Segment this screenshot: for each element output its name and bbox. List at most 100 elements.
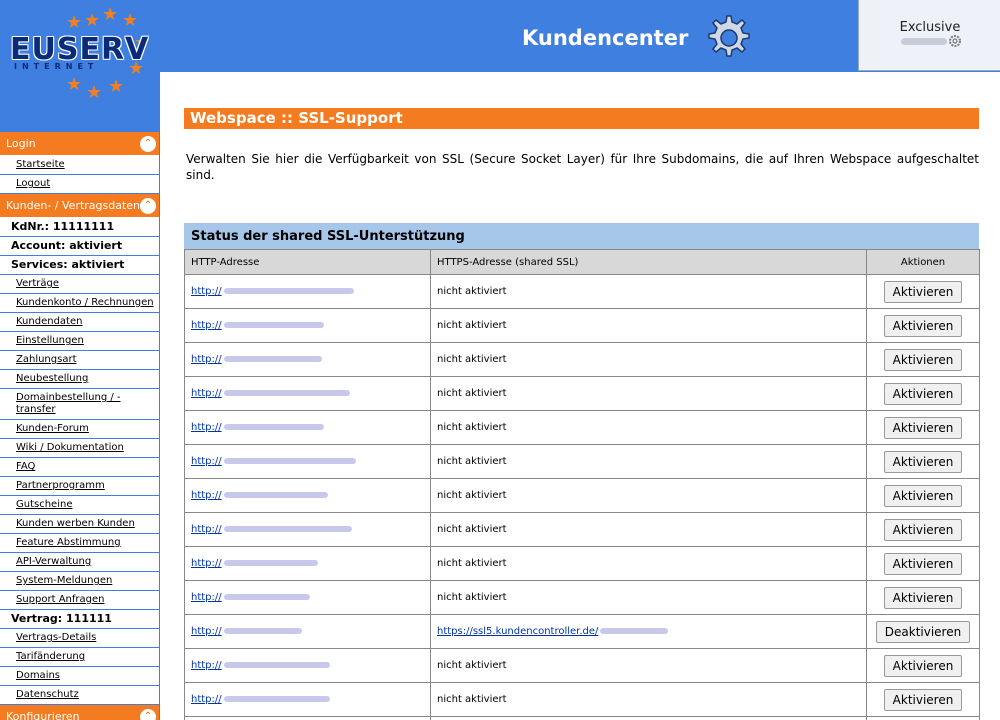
sidebar-item-kunden-forum[interactable]: Kunden-Forum (0, 420, 159, 439)
activate-button[interactable]: Aktivieren (883, 586, 963, 609)
http-address-link[interactable]: http:// (191, 626, 222, 637)
sidebar-item-kundenkonto[interactable]: Kundenkonto / Rechnungen (0, 294, 159, 313)
sidebar-item-wiki[interactable]: Wiki / Dokumentation (0, 439, 159, 458)
sidebar-item-faq[interactable]: FAQ (0, 458, 159, 477)
sidebar-link-label[interactable]: API-Verwaltung (16, 556, 91, 567)
activate-button[interactable]: Aktivieren (883, 484, 963, 507)
sidebar-link-label[interactable]: Gutscheine (16, 499, 72, 510)
sidebar-item-api-verwaltung[interactable]: API-Verwaltung (0, 553, 159, 572)
http-address-link[interactable]: http:// (191, 592, 222, 603)
activate-button[interactable]: Aktivieren (883, 416, 963, 439)
http-address-link[interactable]: http:// (191, 524, 222, 535)
http-address-cell: http:// (184, 512, 431, 547)
star-icon: ★ (84, 10, 101, 31)
http-address-link[interactable]: http:// (191, 320, 222, 331)
euserv-logo[interactable]: ★ ★ ★ ★ ★ ★ ★ ★ ★ EUSERV INTERNET (0, 0, 160, 132)
sidebar-link-label[interactable]: Einstellungen (16, 335, 84, 346)
table-row: http:// nicht aktiviert Aktivieren (184, 376, 980, 411)
sidebar-item-zahlungsart[interactable]: Zahlungsart (0, 351, 159, 370)
activate-button[interactable]: Aktivieren (883, 348, 963, 371)
http-address-link[interactable]: http:// (191, 354, 222, 365)
sidebar-link-label[interactable]: Kundenkonto / Rechnungen (16, 297, 154, 308)
sidebar-link-label[interactable]: Partnerprogramm (16, 480, 105, 491)
activate-button[interactable]: Aktivieren (883, 552, 963, 575)
sidebar-item-startseite[interactable]: Startseite (0, 156, 159, 175)
activate-button[interactable]: Aktivieren (883, 518, 963, 541)
activate-button[interactable]: Aktivieren (883, 688, 963, 711)
activate-button[interactable]: Aktivieren (883, 280, 963, 303)
sidebar-link-label[interactable]: Kunden-Forum (16, 423, 89, 434)
http-address-link[interactable]: http:// (191, 558, 222, 569)
sidebar-item-vertraege[interactable]: Verträge (0, 275, 159, 294)
sidebar-link-label[interactable]: Verträge (16, 278, 59, 289)
http-address-link[interactable]: http:// (191, 660, 222, 671)
sidebar-item-partnerprogramm[interactable]: Partnerprogramm (0, 477, 159, 496)
sidebar-link-label[interactable]: Tarifänderung (16, 651, 85, 662)
sidebar-item-domainbestellung[interactable]: Domainbestellung / -transfer (0, 389, 159, 420)
account-badge[interactable]: Exclusive (858, 0, 1000, 71)
sidebar-section-konfigurieren[interactable]: Konfigurieren ⌃ (0, 705, 159, 720)
sidebar-section-login[interactable]: Login ⌃ (0, 132, 159, 156)
https-address-cell: nicht aktiviert (430, 342, 867, 377)
sidebar-link-label[interactable]: Neubestellung (16, 373, 88, 384)
table-header-row: HTTP-Adresse HTTPS-Adresse (shared SSL) … (184, 249, 980, 275)
http-address-link[interactable]: http:// (191, 490, 222, 501)
redacted-domain (223, 356, 322, 362)
http-address-link[interactable]: http:// (191, 694, 222, 705)
sidebar-link-label[interactable]: Datenschutz (16, 689, 79, 700)
sidebar-link-label[interactable]: System-Meldungen (16, 575, 112, 586)
sidebar-item-datenschutz[interactable]: Datenschutz (0, 686, 159, 705)
gear-icon[interactable] (948, 34, 962, 48)
sidebar-link-label[interactable]: FAQ (16, 461, 35, 472)
sidebar-item-vertrags-details[interactable]: Vertrags-Details (0, 629, 159, 648)
sidebar-item-kunden-werben[interactable]: Kunden werben Kunden (0, 515, 159, 534)
sidebar-item-neubestellung[interactable]: Neubestellung (0, 370, 159, 389)
https-address-link[interactable]: https://ssl5.kundencontroller.de/ (437, 626, 598, 637)
sidebar-link-label[interactable]: Vertrags-Details (16, 632, 96, 643)
http-address-link[interactable]: http:// (191, 422, 222, 433)
http-address-link[interactable]: http:// (191, 456, 222, 467)
sidebar-item-domains[interactable]: Domains (0, 667, 159, 686)
sidebar-link-label[interactable]: Support Anfragen (16, 594, 105, 605)
sidebar-item-einstellungen[interactable]: Einstellungen (0, 332, 159, 351)
sidebar-link-label[interactable]: Feature Abstimmung (16, 537, 121, 548)
sidebar-link-label[interactable]: Logout (16, 178, 50, 189)
sidebar-link-label[interactable]: Wiki / Dokumentation (16, 442, 124, 453)
actions-cell: Aktivieren (866, 342, 980, 377)
sidebar-item-kundendaten[interactable]: Kundendaten (0, 313, 159, 332)
activate-button[interactable]: Aktivieren (883, 654, 963, 677)
activate-button[interactable]: Aktivieren (883, 314, 963, 337)
sidebar-link-label[interactable]: Zahlungsart (16, 354, 77, 365)
collapse-icon[interactable]: ⌃ (140, 709, 156, 720)
sidebar-section-kundendaten[interactable]: Kunden- / Vertragsdaten ⌃ (0, 194, 159, 218)
http-address-cell: http:// (184, 410, 431, 445)
collapse-icon[interactable]: ⌃ (140, 136, 156, 152)
collapse-icon[interactable]: ⌃ (140, 198, 156, 214)
sidebar-link-label[interactable]: Startseite (16, 159, 65, 170)
sidebar-link-label[interactable]: Kundendaten (16, 316, 82, 327)
intro-text: Verwalten Sie hier die Verfügbarkeit von… (186, 152, 979, 182)
redacted-domain (600, 628, 669, 634)
https-address-cell: nicht aktiviert (430, 512, 867, 547)
https-address-cell: nicht aktiviert (430, 308, 867, 343)
https-status-text: nicht aktiviert (437, 388, 507, 399)
sidebar-item-tarifaenderung[interactable]: Tarifänderung (0, 648, 159, 667)
http-address-link[interactable]: http:// (191, 286, 222, 297)
https-address-cell: nicht aktiviert (430, 376, 867, 411)
https-status-text: nicht aktiviert (437, 524, 507, 535)
sidebar-item-system-meldungen[interactable]: System-Meldungen (0, 572, 159, 591)
sidebar-link-label[interactable]: Domains (16, 670, 60, 681)
sidebar-item-gutscheine[interactable]: Gutscheine (0, 496, 159, 515)
http-address-cell: http:// (184, 648, 431, 683)
sidebar-item-support-anfragen[interactable]: Support Anfragen (0, 591, 159, 610)
section-title: Konfigurieren (6, 710, 80, 720)
sidebar-link-label[interactable]: Domainbestellung / -transfer (16, 392, 121, 415)
actions-cell: Aktivieren (866, 682, 980, 717)
sidebar-item-feature-abstimmung[interactable]: Feature Abstimmung (0, 534, 159, 553)
sidebar-link-label[interactable]: Kunden werben Kunden (16, 518, 135, 529)
http-address-link[interactable]: http:// (191, 388, 222, 399)
activate-button[interactable]: Aktivieren (883, 450, 963, 473)
deactivate-button[interactable]: Deaktivieren (875, 620, 971, 643)
activate-button[interactable]: Aktivieren (883, 382, 963, 405)
sidebar-item-logout[interactable]: Logout (0, 175, 159, 194)
